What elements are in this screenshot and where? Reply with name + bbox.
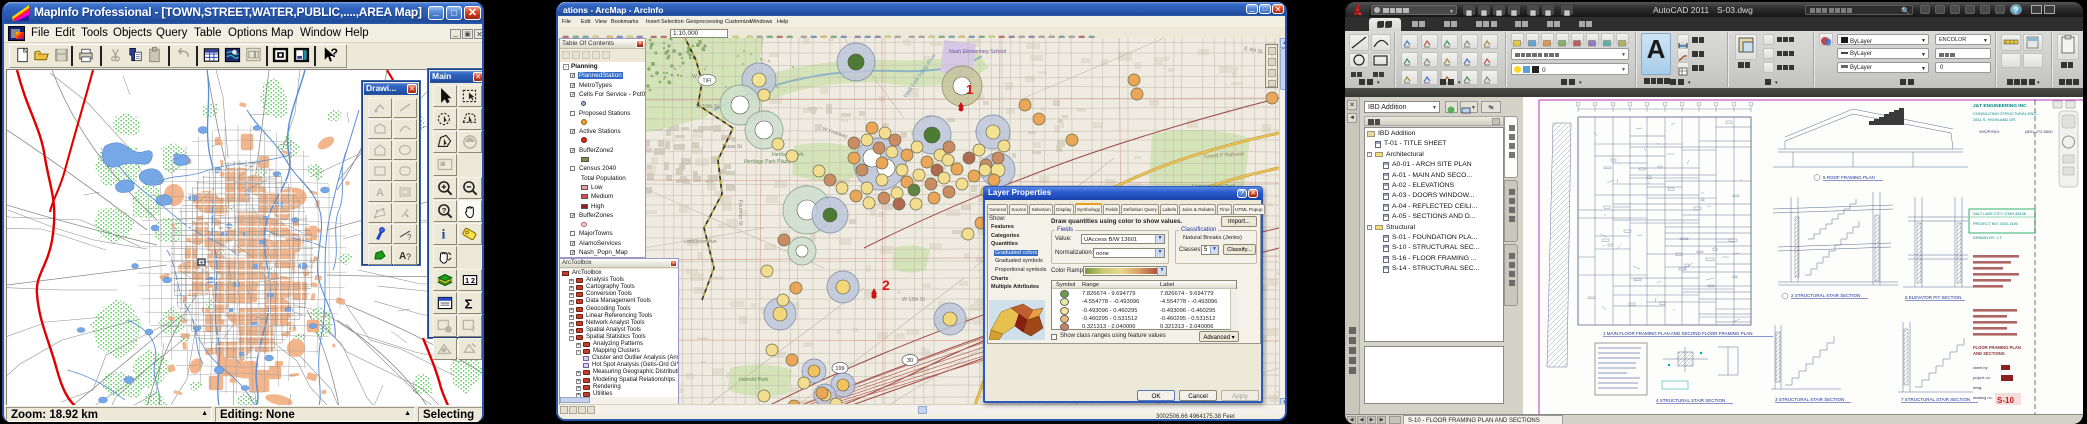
svg-text:1 MAIN FLOOR FRAMING PLAN AND: 1 MAIN FLOOR FRAMING PLAN AND SECOND FLO… [1603, 331, 1753, 336]
svg-text:?: ? [442, 206, 447, 215]
svg-text:Nash Elementary School: Nash Elementary School [949, 49, 1006, 55]
svg-text:W 13th St: W 13th St [902, 297, 925, 303]
svg-text:S-10: S-10 [1997, 396, 2014, 405]
svg-text:2: 2 [882, 277, 890, 293]
svg-text:?: ? [407, 233, 412, 242]
svg-text:199: 199 [835, 366, 844, 372]
svg-text:2: 2 [471, 325, 475, 334]
svg-text:SHOP/FAX:: SHOP/FAX: [1979, 129, 2000, 134]
svg-text:TIFI: TIFI [703, 79, 712, 85]
svg-text:J&T ENGINEERING INC: J&T ENGINEERING INC [1973, 103, 2027, 109]
svg-text:2811 S. HIGHLAND DR.: 2811 S. HIGHLAND DR. [1973, 117, 2016, 122]
svg-text:PROJECT NO: 2010-1426: PROJECT NO: 2010-1426 [1973, 222, 2018, 226]
svg-text:1 2: 1 2 [465, 277, 475, 285]
svg-text:i: i [442, 226, 446, 241]
svg-text:drwg:: drwg: [1973, 386, 1982, 390]
svg-text:4 STRUCTURAL STAIR SECTION: 4 STRUCTURAL STAIR SECTION [1656, 398, 1725, 403]
svg-text:(801)-272-5500: (801)-272-5500 [2025, 129, 2053, 134]
svg-text:FLOOR FRAMING PLAN: FLOOR FRAMING PLAN [1973, 345, 2021, 350]
svg-text:7 STRUCTURAL STAIR SECTION: 7 STRUCTURAL STAIR SECTION [1901, 397, 1970, 402]
svg-text:Σ: Σ [464, 297, 472, 312]
svg-text:6 ELEVATOR PIT SECTION: 6 ELEVATOR PIT SECTION [1905, 295, 1961, 300]
svg-text:sheet by:: sheet by: [1973, 366, 1988, 370]
svg-text:drawing no:: drawing no: [1973, 396, 1993, 400]
svg-text:project no:: project no: [1973, 376, 1991, 380]
svg-text:Fournier St: Fournier St [737, 200, 743, 226]
svg-text:?: ? [330, 46, 338, 60]
svg-text:?: ? [406, 252, 411, 262]
svg-text:1: 1 [966, 82, 973, 97]
svg-text:W 10th St: W 10th St [696, 104, 719, 110]
svg-text:DRAWN BY: J.T.: DRAWN BY: J.T. [1973, 235, 2003, 240]
svg-text:CONSULTING STRUCTURAL ENG.: CONSULTING STRUCTURAL ENG. [1973, 111, 2038, 116]
svg-text:5 ROOF FRAMING PLAN: 5 ROOF FRAMING PLAN [1823, 175, 1875, 180]
svg-text:SALT LAKE CITY, UTAH 84106: SALT LAKE CITY, UTAH 84106 [1973, 212, 2026, 216]
svg-text:2 STRUCTURAL STAIR SECTION: 2 STRUCTURAL STAIR SECTION [1791, 293, 1860, 298]
svg-text:A: A [376, 187, 384, 199]
svg-text:30: 30 [907, 358, 913, 364]
svg-text:Heritage Park Plaza: Heritage Park Plaza [744, 159, 790, 165]
svg-text:Lancaster Ave: Lancaster Ave [684, 239, 717, 245]
svg-text:AND SECTIONS: AND SECTIONS [1973, 351, 2005, 356]
svg-text:Harrold Park: Harrold Park [739, 377, 769, 383]
svg-text:3 STRUCTURAL STAIR SECTION: 3 STRUCTURAL STAIR SECTION [1775, 397, 1844, 402]
